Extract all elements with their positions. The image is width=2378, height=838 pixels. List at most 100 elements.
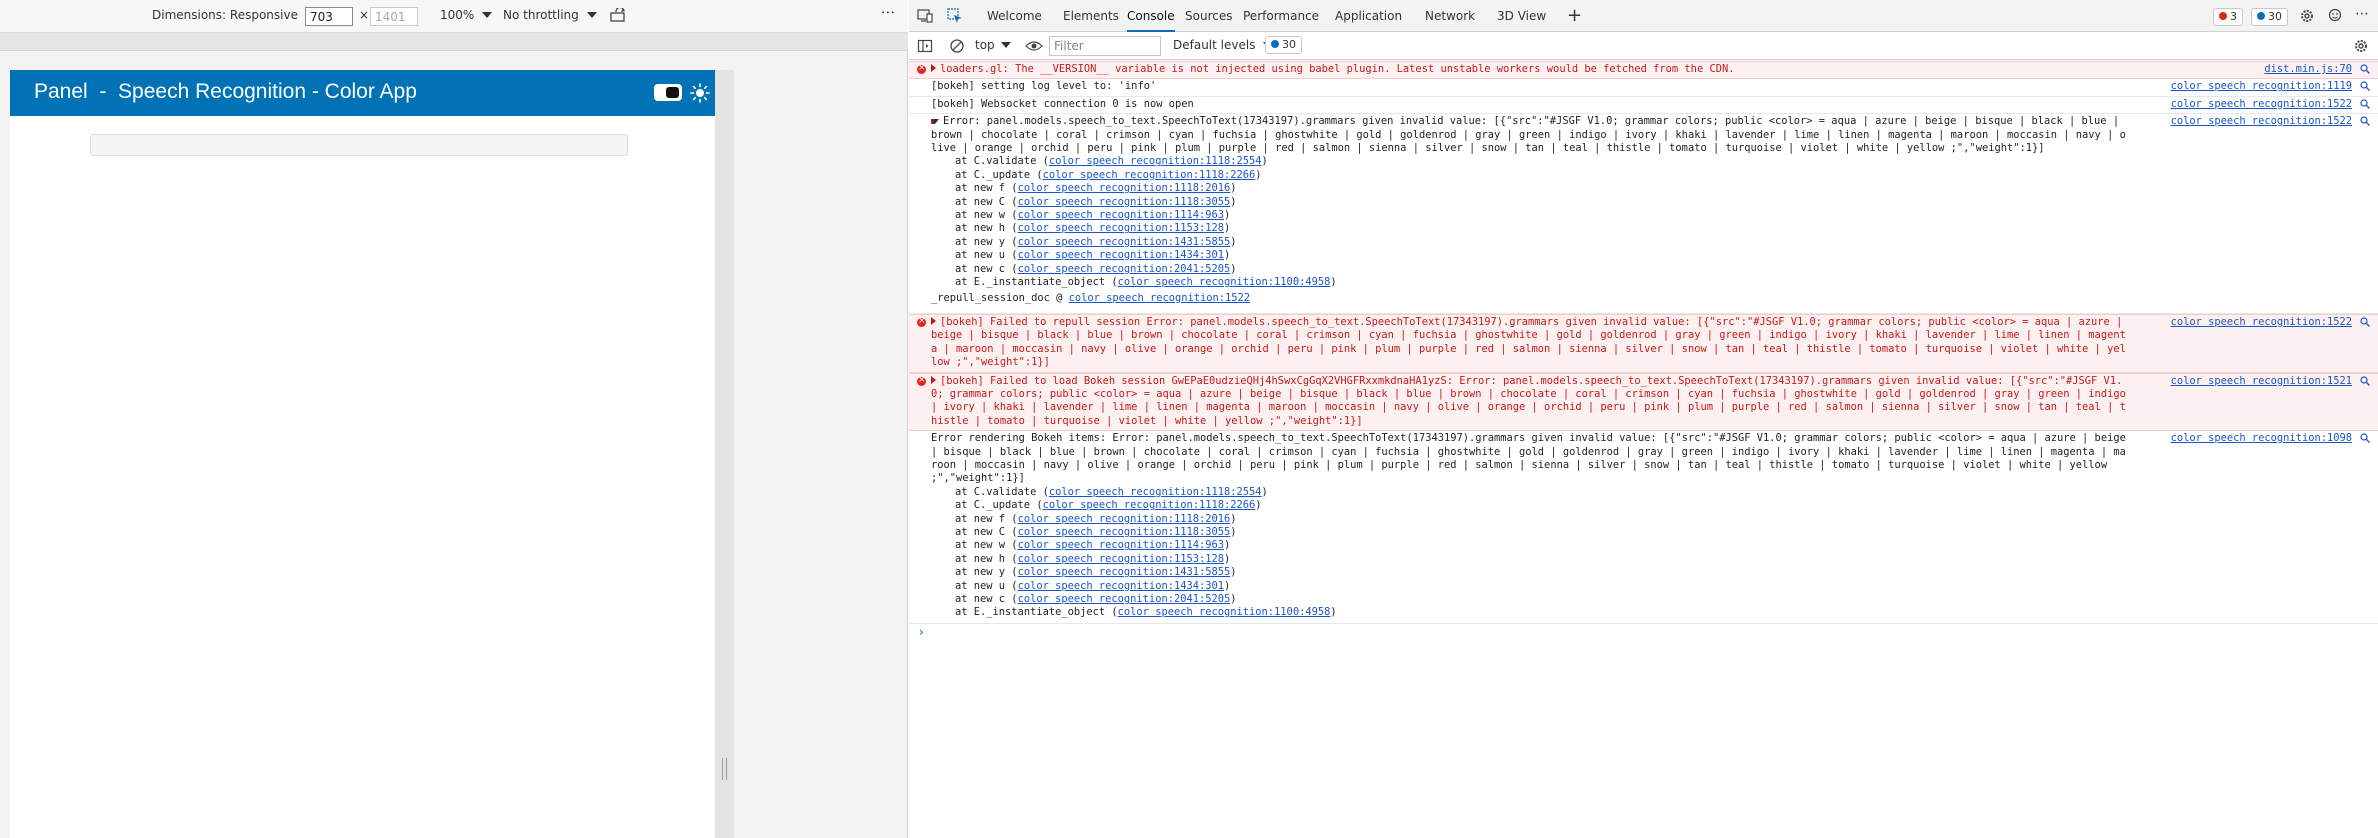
stack-frame-link[interactable]: color speech recognition:1114:963: [1018, 209, 1224, 221]
rotate-icon[interactable]: [610, 8, 627, 23]
stack-frame-link[interactable]: color speech recognition:2041:5205: [1018, 593, 1231, 605]
search-icon[interactable]: [2360, 375, 2370, 386]
resize-handle[interactable]: [722, 758, 727, 780]
stack-frame-function: at C._update (: [955, 168, 1043, 181]
search-icon[interactable]: [2360, 116, 2370, 127]
expand-triangle-icon[interactable]: [931, 375, 936, 384]
stack-frame-close: ): [1224, 539, 1231, 552]
stack-frame: at new c (color speech recognition:2041:…: [931, 263, 2128, 276]
tab-application[interactable]: Application: [1335, 0, 1402, 32]
log-levels-dropdown[interactable]: Default levels: [1173, 38, 1274, 52]
search-icon[interactable]: [2360, 99, 2370, 109]
expand-triangle-icon[interactable]: [931, 64, 936, 72]
stack-frame-link[interactable]: color speech recognition:1153:128: [1018, 553, 1224, 565]
tab-performance[interactable]: Performance: [1243, 0, 1319, 32]
stack-frame-function: at new f (: [955, 512, 1018, 525]
caller-function: _repull_session_doc @: [931, 291, 1069, 304]
source-link[interactable]: color speech recognition:1522: [2171, 316, 2352, 329]
eye-icon[interactable]: [1025, 39, 1043, 53]
message-text: Error: panel.models.speech_to_text.Speec…: [931, 115, 2126, 155]
add-tab-button[interactable]: +: [1567, 0, 1582, 32]
search-icon[interactable]: [2360, 433, 2370, 444]
source-link[interactable]: color speech recognition:1098: [2171, 432, 2352, 445]
stack-frame: at new y (color speech recognition:1431:…: [931, 236, 2128, 249]
feedback-icon[interactable]: [2327, 8, 2343, 24]
stack-frame-close: ): [1224, 222, 1231, 235]
stack-frame-link[interactable]: color speech recognition:1118:2266: [1043, 169, 1256, 181]
filter-input[interactable]: [1049, 36, 1161, 56]
theme-toggle[interactable]: [654, 84, 682, 101]
issues-button[interactable]: 30: [1265, 36, 1302, 54]
stack-frame-link[interactable]: color speech recognition:1153:128: [1018, 222, 1224, 234]
tab-3d-view[interactable]: 3D View: [1497, 0, 1546, 32]
dimensions-dropdown[interactable]: Dimensions: Responsive: [152, 8, 316, 22]
width-input[interactable]: [305, 7, 353, 26]
stack-frame-link[interactable]: color speech recognition:1431:5855: [1018, 566, 1231, 578]
error-icon: [2219, 12, 2227, 20]
more-tools-icon[interactable]: ⋯: [2355, 6, 2369, 22]
stack-frame: at new f (color speech recognition:1118:…: [931, 513, 2128, 526]
context-dropdown[interactable]: top: [975, 38, 1011, 52]
stack-frame-link[interactable]: color speech recognition:1118:2554: [1049, 486, 1262, 498]
stack-frame-link[interactable]: color speech recognition:1114:963: [1018, 539, 1224, 551]
speech-to-text-widget[interactable]: [90, 134, 628, 156]
gear-icon[interactable]: [2299, 8, 2315, 24]
stack-frame-link[interactable]: color speech recognition:2041:5205: [1018, 263, 1231, 275]
tab-elements[interactable]: Elements: [1063, 0, 1119, 32]
stack-frame-link[interactable]: color speech recognition:1118:3055: [1018, 196, 1231, 208]
search-icon[interactable]: [2360, 81, 2370, 92]
source-link[interactable]: color speech recognition:1119: [2171, 80, 2352, 93]
stack-frame-link[interactable]: color speech recognition:1118:3055: [1018, 526, 1231, 538]
stack-frame-link[interactable]: color speech recognition:1100:4958: [1118, 276, 1331, 288]
message-text: [bokeh] Failed to load Bokeh session GwE…: [931, 374, 2133, 427]
throttling-dropdown[interactable]: No throttling: [503, 8, 597, 22]
stack-frame-link[interactable]: color speech recognition:1118:2554: [1049, 155, 1262, 167]
search-icon[interactable]: [2360, 317, 2370, 327]
throttling-label: No throttling: [503, 8, 579, 22]
stack-frame: at new y (color speech recognition:1431:…: [931, 566, 2128, 579]
stack-frame-link[interactable]: color speech recognition:1434:301: [1018, 580, 1224, 592]
error-count-badge[interactable]: 3: [2213, 8, 2243, 26]
tab-welcome[interactable]: Welcome: [987, 0, 1042, 32]
stack-frame-link[interactable]: color speech recognition:1118:2016: [1018, 513, 1231, 525]
stack-frame-close: ): [1255, 168, 1262, 181]
source-link[interactable]: color speech recognition:1522: [2171, 115, 2352, 128]
stack-frame-link[interactable]: color speech recognition:1431:5855: [1018, 236, 1231, 248]
sun-icon[interactable]: [690, 83, 710, 103]
stack-frame: at new u (color speech recognition:1434:…: [931, 580, 2128, 593]
zoom-dropdown[interactable]: 100%: [440, 8, 493, 22]
tab-sources[interactable]: Sources: [1185, 0, 1232, 32]
stack-frame: at C._update (color speech recognition:1…: [931, 169, 2128, 182]
chevron-down-icon: [1000, 42, 1011, 48]
search-icon[interactable]: [2360, 64, 2370, 74]
console-error-message: loaders.gl: The __VERSION__ variable is …: [909, 61, 2378, 80]
stack-frame-link[interactable]: color speech recognition:1100:4958: [1118, 606, 1331, 618]
clear-console-icon[interactable]: [949, 38, 965, 54]
sidebar-toggle-icon[interactable]: [917, 38, 933, 54]
issue-count-badge[interactable]: 30: [2251, 8, 2288, 26]
tab-console[interactable]: Console: [1127, 0, 1175, 32]
stack-frame-link[interactable]: color speech recognition:1118:2266: [1043, 499, 1256, 511]
stack-frame-function: at new h (: [955, 222, 1018, 235]
stack-frame-close: ): [1230, 512, 1237, 525]
collapse-triangle-icon[interactable]: [931, 119, 939, 125]
source-link[interactable]: color speech recognition:1522: [2171, 98, 2352, 111]
console-settings-gear-icon[interactable]: [2353, 38, 2369, 54]
source-link[interactable]: color speech recognition:1521: [2171, 375, 2352, 388]
stack-frame-link[interactable]: color speech recognition:1118:2016: [1018, 182, 1231, 194]
caller-link[interactable]: color speech recognition:1522: [1069, 292, 1250, 304]
more-options-icon[interactable]: ⋮: [880, 6, 896, 21]
source-link[interactable]: dist.min.js:70: [2264, 63, 2352, 76]
message-text: [bokeh] setting log level to: 'info': [931, 80, 1157, 93]
height-input[interactable]: [370, 7, 418, 26]
inspect-element-icon[interactable]: [947, 8, 963, 24]
stack-frame-link[interactable]: color speech recognition:1434:301: [1018, 249, 1224, 261]
expand-triangle-icon[interactable]: [931, 316, 936, 325]
caller-frame: _repull_session_doc @ color speech recog…: [931, 292, 2128, 305]
tab-network[interactable]: Network: [1425, 0, 1475, 32]
stack-frame-close: ): [1230, 593, 1237, 606]
device-emulation-icon[interactable]: [917, 8, 933, 24]
error-icon: [917, 62, 926, 75]
stack-frame-close: ): [1230, 262, 1237, 275]
console-prompt[interactable]: ›: [909, 624, 2378, 639]
